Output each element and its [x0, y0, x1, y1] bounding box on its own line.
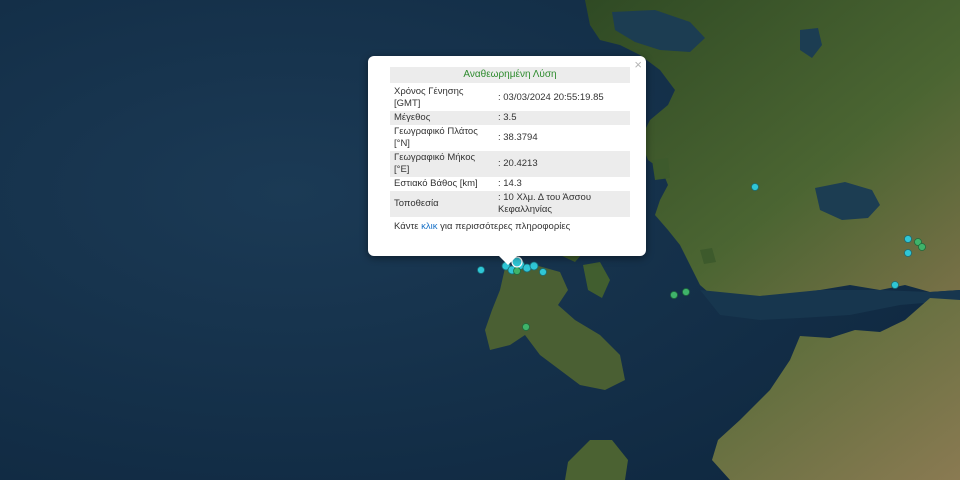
table-row: Εστιακό Βάθος [km] : 14.3: [390, 177, 630, 191]
quake-marker[interactable]: [904, 249, 912, 257]
table-row: Μέγεθος : 3.5: [390, 111, 630, 125]
table-row: Γεωγραφικό Μήκος [°E] : 20.4213: [390, 151, 630, 177]
row-value: : 10 Χλμ. Δ του Άσσου Κεφαλληνίας: [494, 191, 630, 217]
quake-marker[interactable]: [918, 243, 926, 251]
more-info-link[interactable]: κλικ: [421, 221, 437, 232]
row-value: : 38.3794: [498, 132, 538, 143]
row-label: Τοποθεσία: [390, 191, 494, 217]
quake-marker[interactable]: [904, 235, 912, 243]
row-label: Μέγεθος: [390, 111, 494, 125]
row-value: : 20.4213: [494, 151, 630, 177]
row-label: Χρόνος Γένησης [GMT]: [394, 86, 464, 109]
more-prefix: Κάντε: [394, 221, 422, 232]
quake-marker[interactable]: [751, 183, 759, 191]
row-value: : 03/03/2024 20:55:19.85: [498, 92, 604, 103]
row-label: Γεωγραφικό Μήκος [°E]: [390, 151, 494, 177]
quake-marker[interactable]: [522, 323, 530, 331]
quake-marker[interactable]: [891, 281, 899, 289]
row-label: Εστιακό Βάθος [km]: [394, 178, 478, 189]
popup-tip: [499, 256, 517, 265]
table-row: Γεωγραφικό Πλάτος [°N] : 38.3794: [390, 125, 630, 151]
quake-marker[interactable]: [529, 261, 539, 271]
popup-content: Αναθεωρημένη Λύση Χρόνος Γένησης [GMT] :…: [390, 67, 630, 232]
more-suffix: για περισσότερες πληροφορίες: [437, 221, 571, 232]
quake-details-table: Χρόνος Γένησης [GMT] : 03/03/2024 20:55:…: [390, 85, 630, 217]
row-label: Γεωγραφικό Πλάτος [°N]: [394, 126, 478, 149]
table-row: Τοποθεσία : 10 Χλμ. Δ του Άσσου Κεφαλλην…: [390, 191, 630, 217]
close-icon[interactable]: ×: [634, 58, 642, 72]
row-value: : 3.5: [494, 111, 630, 125]
table-row: Χρόνος Γένησης [GMT] : 03/03/2024 20:55:…: [390, 85, 630, 111]
quake-marker[interactable]: [477, 266, 485, 274]
row-value: : 14.3: [498, 178, 522, 189]
small-island: [652, 158, 670, 180]
quake-marker[interactable]: [513, 267, 521, 275]
more-info-text: Κάντε κλικ για περισσότερες πληροφορίες: [390, 221, 630, 232]
quake-marker[interactable]: [682, 288, 690, 296]
popup-title: Αναθεωρημένη Λύση: [390, 67, 630, 83]
quake-marker[interactable]: [539, 268, 547, 276]
quake-marker[interactable]: [670, 291, 678, 299]
earthquake-info-popup: × Αναθεωρημένη Λύση Χρόνος Γένησης [GMT]…: [368, 56, 646, 265]
